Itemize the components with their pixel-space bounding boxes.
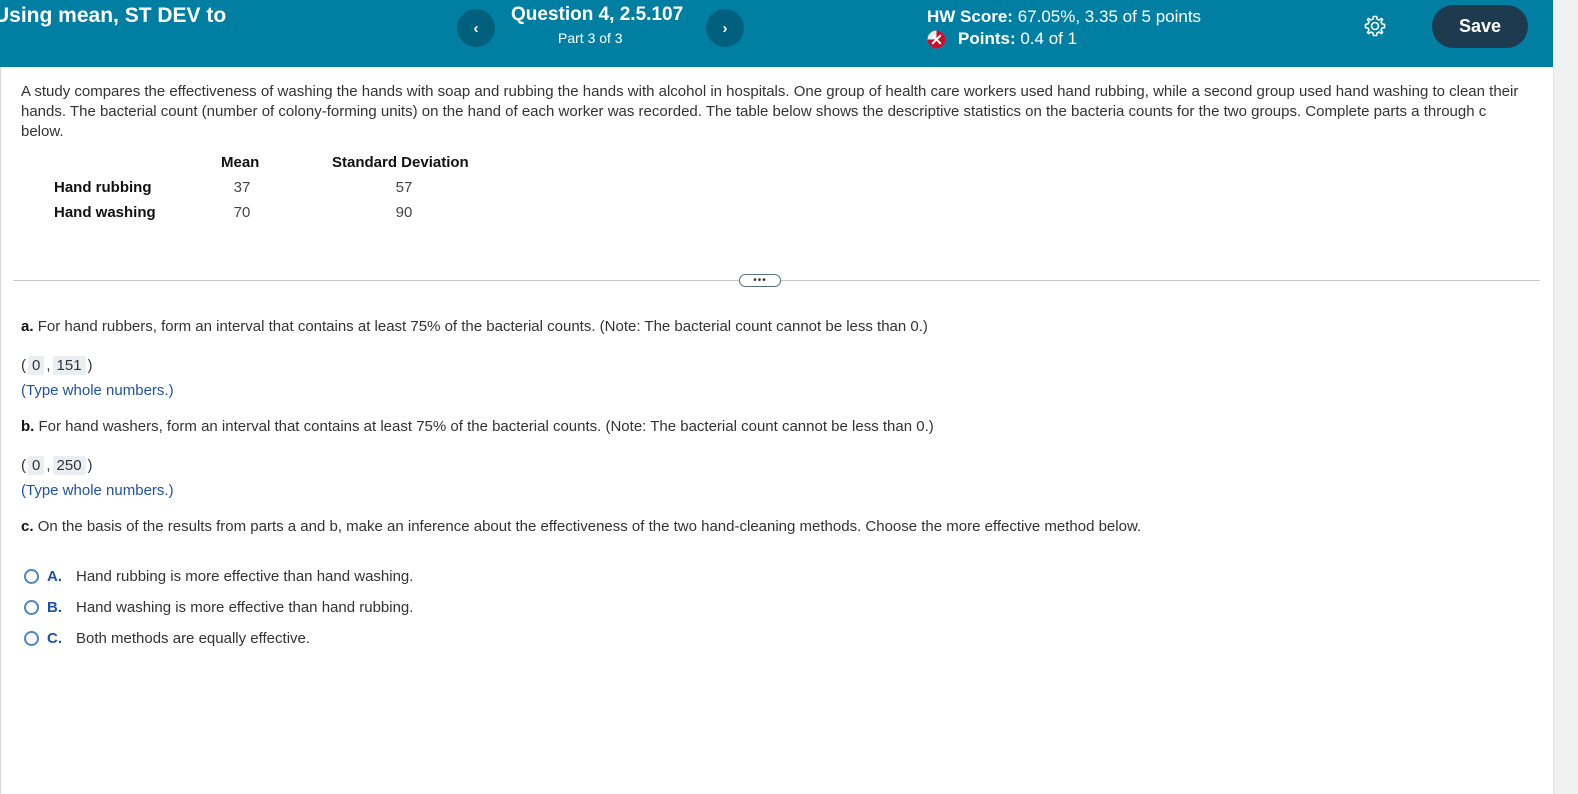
comma: , <box>46 457 51 474</box>
save-button[interactable]: Save <box>1432 5 1528 48</box>
part-b-answer: ( 0 , 250 ) <box>21 456 93 475</box>
part-c-question: c. On the basis of the results from part… <box>21 518 1141 535</box>
option-c[interactable]: C. Both methods are equally effective. <box>24 630 310 647</box>
part-b-upper-input[interactable]: 250 <box>52 456 86 475</box>
row-label-hand-washing: Hand washing <box>54 204 156 221</box>
hw-score-label: HW Score: <box>927 7 1013 26</box>
option-letter: B. <box>47 599 62 616</box>
top-bar: Using mean, ST DEV to ‹ Question 4, 2.5.… <box>0 0 1553 67</box>
expand-more-button[interactable]: ••• <box>739 274 781 287</box>
col-header-mean: Mean <box>221 154 260 171</box>
col-header-sd: Standard Deviation <box>332 154 469 171</box>
part-b-question: b. For hand washers, form an interval th… <box>21 418 934 435</box>
part-a-lower-input[interactable]: 0 <box>28 356 45 375</box>
cell-sd-hand-washing: 90 <box>395 204 413 221</box>
hw-score: HW Score: 67.05%, 3.35 of 5 points <box>927 7 1201 27</box>
previous-question-button[interactable]: ‹ <box>457 9 495 47</box>
scrollbar-track[interactable] <box>1553 0 1578 794</box>
option-letter: C. <box>47 630 62 647</box>
part-c-text: On the basis of the results from parts a… <box>37 518 1142 535</box>
paren-open: ( <box>21 357 26 374</box>
cell-sd-hand-rubbing: 57 <box>395 179 413 196</box>
question-points: Points: 0.4 of 1 <box>927 29 1077 49</box>
problem-intro: A study compares the effectiveness of wa… <box>21 83 1519 140</box>
radio-button[interactable] <box>24 600 39 615</box>
paren-close: ) <box>87 457 93 474</box>
cell-mean-hand-washing: 70 <box>233 204 251 221</box>
assignment-title: Using mean, ST DEV to <box>0 4 227 27</box>
part-a-question: a. For hand rubbers, form an interval th… <box>21 318 928 335</box>
partial-credit-icon <box>927 29 946 49</box>
option-letter: A. <box>47 568 62 585</box>
question-title: Question 4, 2.5.107 <box>511 4 684 25</box>
points-value: 0.4 of 1 <box>1020 29 1078 48</box>
points-label: Points: <box>958 29 1016 48</box>
part-b-letter: b. <box>21 418 35 435</box>
question-part: Part 3 of 3 <box>558 30 623 46</box>
part-c-letter: c. <box>21 518 34 535</box>
part-a-hint: (Type whole numbers.) <box>21 382 174 399</box>
radio-button[interactable] <box>24 631 39 646</box>
option-text: Hand washing is more effective than hand… <box>76 599 414 616</box>
part-a-upper-input[interactable]: 151 <box>52 356 86 375</box>
left-divider <box>0 67 1 794</box>
cell-mean-hand-rubbing: 37 <box>233 179 251 196</box>
comma: , <box>46 357 51 374</box>
radio-button[interactable] <box>24 569 39 584</box>
settings-gear-icon[interactable] <box>1363 14 1387 38</box>
part-a-answer: ( 0 , 151 ) <box>21 356 93 375</box>
option-text: Hand rubbing is more effective than hand… <box>76 568 414 585</box>
chevron-left-icon: ‹ <box>473 19 479 37</box>
hw-score-value: 67.05%, 3.35 of 5 points <box>1017 7 1202 26</box>
next-question-button[interactable]: › <box>706 9 744 47</box>
paren-close: ) <box>87 357 93 374</box>
part-b-hint: (Type whole numbers.) <box>21 482 174 499</box>
option-a[interactable]: A. Hand rubbing is more effective than h… <box>24 568 413 585</box>
row-label-hand-rubbing: Hand rubbing <box>54 179 152 196</box>
part-b-lower-input[interactable]: 0 <box>28 456 45 475</box>
chevron-right-icon: › <box>722 19 728 37</box>
option-text: Both methods are equally effective. <box>76 630 311 647</box>
part-a-text: For hand rubbers, form an interval that … <box>37 318 928 335</box>
part-b-text: For hand washers, form an interval that … <box>38 418 934 435</box>
part-a-letter: a. <box>21 318 34 335</box>
paren-open: ( <box>21 457 26 474</box>
option-b[interactable]: B. Hand washing is more effective than h… <box>24 599 413 616</box>
